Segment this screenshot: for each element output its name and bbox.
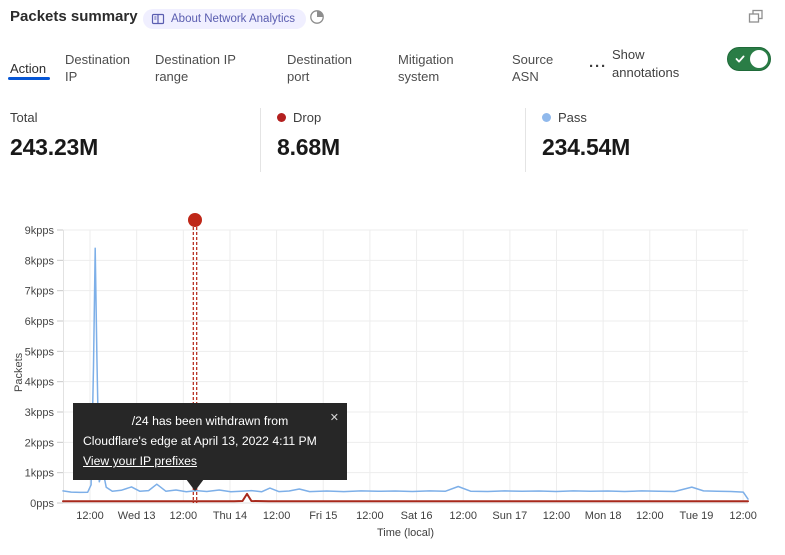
x-tick-label: 12:00 xyxy=(449,510,477,522)
drop-legend-dot xyxy=(277,113,286,122)
y-tick-label: 0pps xyxy=(30,498,54,510)
page-title: Packets summary xyxy=(10,8,138,25)
series-line-drop[interactable] xyxy=(63,494,748,501)
stat-pass-value: 234.54M xyxy=(542,134,630,161)
tab-destination-port[interactable]: Destination port xyxy=(287,46,367,90)
pass-legend-dot xyxy=(542,113,551,122)
y-tick-label: 4kpps xyxy=(25,377,55,389)
active-tab-underline xyxy=(8,77,50,80)
x-tick-label: Wed 13 xyxy=(118,510,156,522)
x-tick-label: 12:00 xyxy=(729,510,757,522)
x-axis-title: Time (local) xyxy=(377,527,434,539)
x-tick-label: Fri 15 xyxy=(309,510,337,522)
tab-action[interactable]: Action xyxy=(10,46,46,90)
x-tick-label: 12:00 xyxy=(356,510,384,522)
about-network-analytics-badge[interactable]: About Network Analytics xyxy=(143,9,306,29)
stat-drop: Drop 8.68M xyxy=(277,110,340,161)
tooltip-close-icon[interactable]: ✕ xyxy=(330,408,339,428)
tooltip-message-line2: Cloudflare's edge at April 13, 2022 4:11… xyxy=(83,431,337,451)
more-tabs-button[interactable]: ··· xyxy=(589,46,607,86)
y-tick-label: 3kpps xyxy=(25,407,55,419)
y-tick-label: 5kpps xyxy=(25,346,55,358)
x-tick-label: Sun 17 xyxy=(492,510,527,522)
stat-total-label: Total xyxy=(10,110,37,125)
check-icon xyxy=(734,53,746,65)
y-tick-label: 6kpps xyxy=(25,316,55,328)
y-tick-label: 9kpps xyxy=(25,225,55,237)
restore-window-icon[interactable] xyxy=(748,9,764,24)
toggle-knob xyxy=(750,50,768,68)
x-tick-label: Sat 16 xyxy=(401,510,433,522)
show-annotations-label: Show annotations xyxy=(612,46,690,82)
about-badge-label: About Network Analytics xyxy=(171,13,295,25)
stat-pass-label: Pass xyxy=(558,110,587,125)
x-tick-label: Thu 14 xyxy=(213,510,247,522)
tab-destination-ip[interactable]: Destination IP xyxy=(65,46,137,90)
stat-drop-value: 8.68M xyxy=(277,134,340,161)
tab-source-asn[interactable]: Source ASN xyxy=(512,46,564,90)
x-tick-label: Tue 19 xyxy=(680,510,714,522)
tooltip-caret xyxy=(186,479,204,491)
x-tick-label: 12:00 xyxy=(636,510,664,522)
x-tick-label: 12:00 xyxy=(170,510,198,522)
stats-divider xyxy=(260,108,261,172)
x-tick-label: Mon 18 xyxy=(585,510,622,522)
x-tick-label: 12:00 xyxy=(76,510,104,522)
stat-drop-label: Drop xyxy=(293,110,321,125)
packets-chart[interactable]: 9kpps 8kpps 7kpps 6kpps 5kpps 4kpps 3kpps 2kpps… xyxy=(0,205,785,555)
view-ip-prefixes-link[interactable]: View your IP prefixes xyxy=(83,451,197,471)
x-tick-label: 12:00 xyxy=(263,510,291,522)
y-tick-label: 2kpps xyxy=(25,437,55,449)
stat-pass: Pass 234.54M xyxy=(542,110,630,161)
stats-divider xyxy=(525,108,526,172)
show-annotations-toggle[interactable] xyxy=(727,47,771,71)
tab-destination-ip-range[interactable]: Destination IP range xyxy=(155,46,250,90)
time-range-icon[interactable] xyxy=(309,9,325,25)
x-tick-label: 12:00 xyxy=(543,510,571,522)
stat-total-value: 243.23M xyxy=(10,134,98,161)
annotation-dot[interactable] xyxy=(188,213,202,227)
book-icon xyxy=(151,13,165,25)
y-tick-label: 8kpps xyxy=(25,255,55,267)
tab-mitigation-system[interactable]: Mitigation system xyxy=(398,46,473,90)
tooltip-message-line1: /24 has been withdrawn from xyxy=(83,411,337,431)
annotation-tooltip: ✕ /24 has been withdrawn from Cloudflare… xyxy=(73,403,347,480)
y-tick-label: 1kpps xyxy=(25,468,55,480)
stat-total: Total 243.23M xyxy=(10,110,98,161)
y-tick-label: 7kpps xyxy=(25,286,55,298)
